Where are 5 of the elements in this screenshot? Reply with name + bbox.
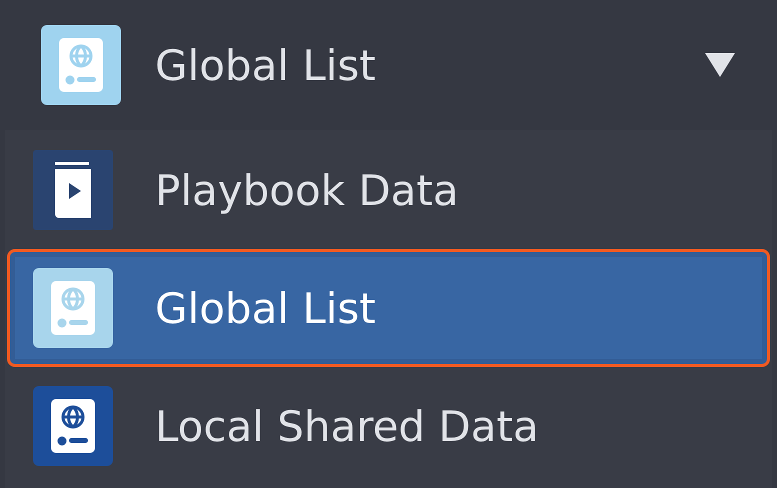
- menu-option[interactable]: Local Shared Data: [7, 367, 770, 485]
- menu-option[interactable]: Global List: [7, 249, 770, 367]
- menu-option[interactable]: Playbook Data: [7, 131, 770, 249]
- selected-value: Global List: [155, 40, 377, 90]
- dropdown-field[interactable]: Global List: [0, 0, 777, 130]
